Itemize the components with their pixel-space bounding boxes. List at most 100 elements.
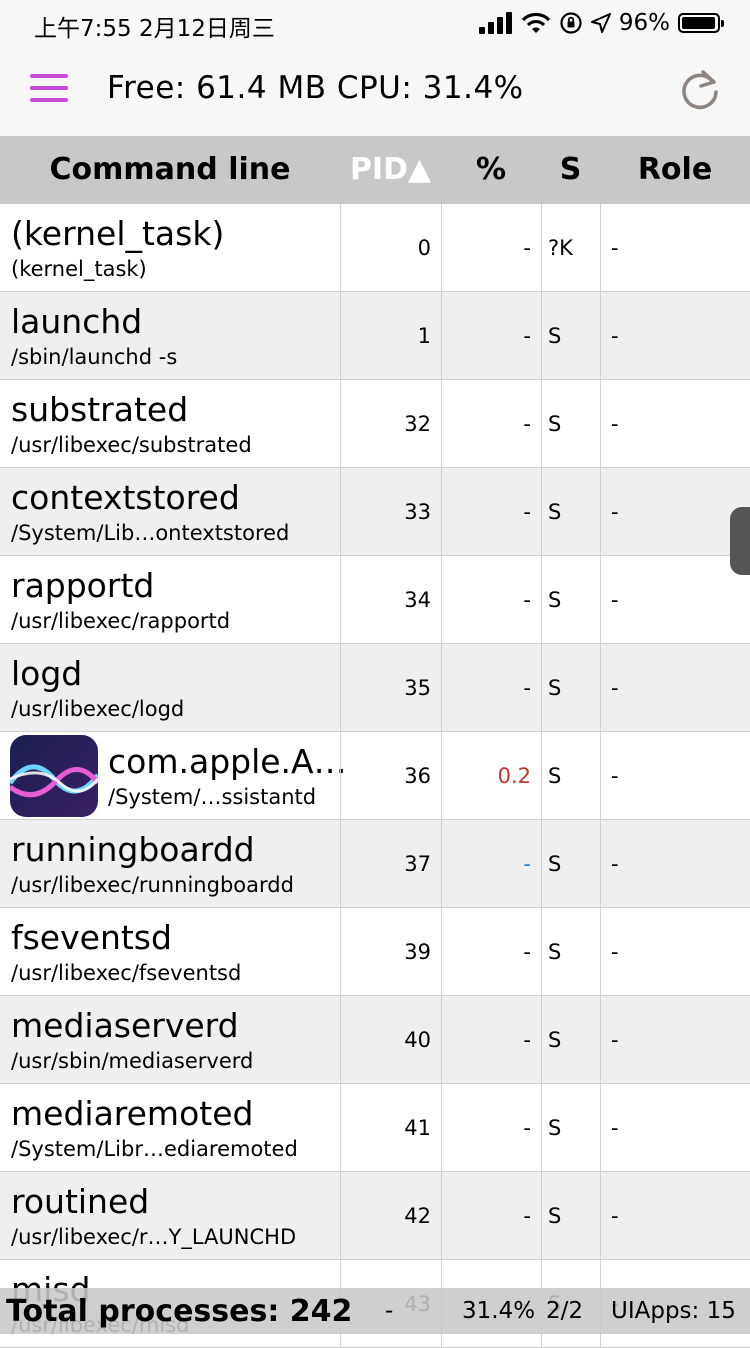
process-command: /usr/libexec/rapportd: [11, 609, 231, 633]
state-value: S: [548, 852, 562, 876]
process-name: routined: [11, 1182, 150, 1221]
state-value: ?K: [548, 236, 573, 260]
cpu-cell: -: [441, 204, 541, 292]
column-role[interactable]: Role: [600, 136, 750, 204]
cpu-cell: -: [441, 556, 541, 644]
nav-title: Free: 61.4 MB CPU: 31.4%: [107, 70, 524, 106]
process-name: runningboardd: [11, 830, 255, 869]
menu-button[interactable]: [30, 74, 70, 104]
state-cell: ?K: [541, 204, 600, 292]
state-cell: S: [541, 1084, 600, 1172]
pid-cell: 42: [340, 1172, 441, 1260]
process-row[interactable]: routined/usr/libexec/r…Y_LAUNCHD 42- S -: [0, 1172, 750, 1260]
pid-cell: 37: [340, 820, 441, 908]
process-name: fseventsd: [11, 918, 172, 957]
state-cell: S: [541, 380, 600, 468]
state-value: S: [548, 588, 562, 612]
pid-cell: 32: [340, 380, 441, 468]
cpu-cell: -: [441, 644, 541, 732]
cpu-cell: -: [441, 380, 541, 468]
pid-cell: 40: [340, 996, 441, 1084]
process-command: /usr/libexec/r…Y_LAUNCHD: [11, 1225, 297, 1249]
state-cell: S: [541, 996, 600, 1084]
process-name: com.apple.A…: [108, 742, 347, 781]
hamburger-icon: [30, 74, 68, 78]
process-row[interactable]: logd/usr/libexec/logd 35- S -: [0, 644, 750, 732]
cpu-cell: -: [441, 1084, 541, 1172]
role-value: -: [611, 1028, 619, 1052]
process-row[interactable]: substrated/usr/libexec/substrated 32- S -: [0, 380, 750, 468]
side-drawer-handle[interactable]: [730, 507, 750, 575]
role-cell: -: [600, 1084, 750, 1172]
process-row[interactable]: (kernel_task) (kernel_task) 0- ?K -: [0, 204, 750, 292]
pid-cell: 0: [340, 204, 441, 292]
role-value: -: [611, 236, 619, 260]
role-cell: -: [600, 908, 750, 996]
state-value: S: [548, 764, 562, 788]
process-name: logd: [11, 654, 83, 693]
process-command: /usr/sbin/mediaserverd: [11, 1049, 254, 1073]
orientation-lock-icon: [560, 12, 582, 34]
cpu-cell: -: [441, 1172, 541, 1260]
battery-percentage: 96%: [618, 10, 670, 36]
footer-summary: Total processes: 242 - 31.4% 2/2 UIApps:…: [0, 1288, 750, 1334]
pid-value: 40: [404, 1028, 431, 1052]
footer-cpu-total: 31.4%: [462, 1298, 536, 1324]
process-name: substrated: [11, 390, 189, 429]
process-command: /usr/libexec/logd: [11, 697, 185, 721]
pid-value: 33: [404, 500, 431, 524]
pid-value: 42: [404, 1204, 431, 1228]
pid-value: 36: [404, 764, 431, 788]
process-row[interactable]: launchd/sbin/launchd -s 1- S -: [0, 292, 750, 380]
refresh-icon[interactable]: [676, 66, 724, 114]
state-value: S: [548, 412, 562, 436]
pid-cell: 34: [340, 556, 441, 644]
process-row[interactable]: com.apple.A… /System/…ssistantd 36 0.2 S -: [0, 732, 750, 820]
state-value: S: [548, 324, 562, 348]
pid-value: 41: [404, 1116, 431, 1140]
process-name: launchd: [11, 302, 143, 341]
role-value: -: [611, 412, 619, 436]
process-name: (kernel_task): [11, 214, 225, 253]
role-value: -: [611, 676, 619, 700]
cellular-signal-icon: [478, 12, 512, 34]
column-header: Command line PID▲ % S Role: [0, 136, 750, 204]
process-row[interactable]: contextstored/System/Lib…ontextstored 33 -…: [0, 468, 750, 556]
role-value: -: [611, 1204, 619, 1228]
role-cell: -: [600, 380, 750, 468]
column-cpu-percent[interactable]: %: [441, 136, 541, 204]
column-state[interactable]: S: [541, 136, 600, 204]
process-name: mediaserverd: [11, 1006, 239, 1045]
cpu-percent-value: -: [523, 1204, 531, 1228]
cpu-percent-value: -: [523, 236, 531, 260]
role-cell: -: [600, 1172, 750, 1260]
state-cell: S: [541, 292, 600, 380]
cpu-cell: -: [441, 820, 541, 908]
pid-value: 1: [417, 324, 431, 348]
pid-cell: 1: [340, 292, 441, 380]
process-row[interactable]: runningboardd/usr/libexec/runningboardd 3…: [0, 820, 750, 908]
pid-value: 35: [404, 676, 431, 700]
process-row[interactable]: rapportd/usr/libexec/rapportd 34- S -: [0, 556, 750, 644]
state-value: S: [548, 1116, 562, 1140]
process-row[interactable]: mediaremoted/System/Libr…ediaremoted 41- S…: [0, 1084, 750, 1172]
siri-app-icon: [10, 735, 98, 817]
role-value: -: [611, 500, 619, 524]
hamburger-icon-line: [30, 86, 68, 90]
process-row[interactable]: fseventsd/usr/libexec/fseventsd 39- S -: [0, 908, 750, 996]
pid-value: 32: [404, 412, 431, 436]
state-cell: S: [541, 732, 600, 820]
hamburger-icon-line: [30, 98, 68, 102]
process-command: /System/Libr…ediaremoted: [11, 1137, 298, 1161]
column-pid-sorted[interactable]: PID▲: [340, 136, 441, 204]
pid-value: 37: [404, 852, 431, 876]
pid-cell: 35: [340, 644, 441, 732]
state-cell: S: [541, 908, 600, 996]
column-command-line[interactable]: Command line: [0, 136, 340, 204]
role-value: -: [611, 324, 619, 348]
status-bar: 上午7:55 2月12日周三 96%: [0, 0, 750, 48]
role-value: -: [611, 588, 619, 612]
cpu-percent-value: -: [523, 676, 531, 700]
process-row[interactable]: mediaserverd/usr/sbin/mediaserverd 40- S -: [0, 996, 750, 1084]
status-icons: 96%: [478, 6, 724, 40]
